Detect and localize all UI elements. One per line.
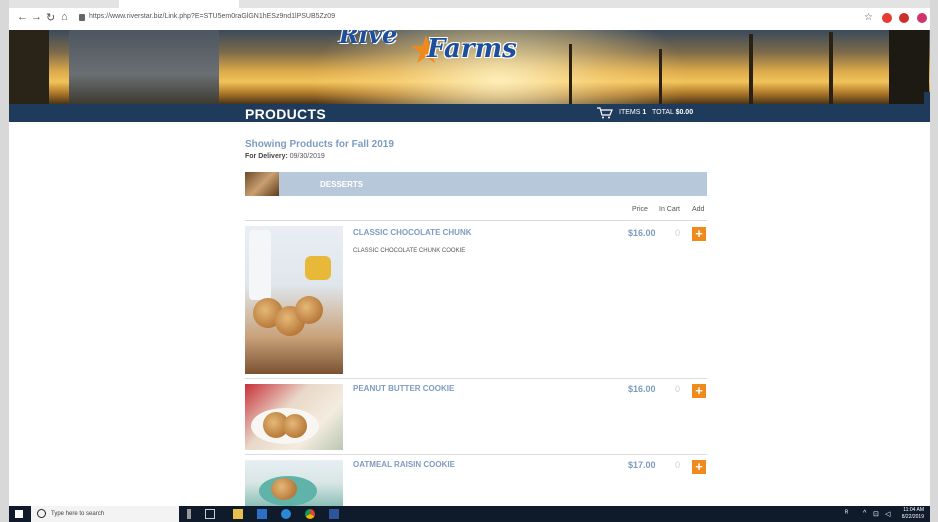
items-label: ITEMS <box>619 109 641 116</box>
add-to-cart-button[interactable]: + <box>692 227 706 241</box>
bookmark-star-icon[interactable]: ☆ <box>864 12 873 23</box>
people-icon[interactable]: ᴿ <box>845 510 848 517</box>
page-title: PRODUCTS <box>245 106 326 122</box>
clock[interactable]: 11:04 AM 8/22/2019 <box>902 507 924 521</box>
delivery-date: 09/30/2019 <box>289 153 325 160</box>
category-thumbnail <box>245 172 279 196</box>
address-bar: ← → ↻ ⌂ https://www.riverstar.biz/Link.p… <box>9 8 930 31</box>
product-name[interactable]: OATMEAL RAISIN COOKIE <box>353 460 455 469</box>
header-edge <box>924 92 930 116</box>
clock-date: 8/22/2019 <box>901 514 924 520</box>
product-name[interactable]: CLASSIC CHOCOLATE CHUNK <box>353 228 472 237</box>
add-to-cart-button[interactable]: + <box>692 384 706 398</box>
microphone-icon[interactable] <box>187 509 191 519</box>
product-price: $16.00 <box>628 384 656 394</box>
farm-banner: Rive ★ Farms <box>9 30 930 104</box>
task-view-icon[interactable] <box>205 509 215 519</box>
product-image[interactable] <box>245 460 343 506</box>
tree-silhouette <box>889 30 929 104</box>
word-icon[interactable] <box>329 509 339 519</box>
tree-silhouette <box>749 34 753 104</box>
product-description: CLASSIC CHOCOLATE CHUNK COOKIE <box>353 248 466 254</box>
add-to-cart-button[interactable]: + <box>692 460 706 474</box>
category-header[interactable]: DESSERTS <box>245 172 707 196</box>
cart-summary[interactable]: ITEMS 1 TOTAL $0.00 <box>619 109 693 116</box>
back-arrow-icon[interactable]: ← <box>17 11 28 23</box>
cookie <box>271 478 297 500</box>
tray-chevron-icon[interactable]: ^ <box>863 510 866 517</box>
divider <box>245 220 707 221</box>
cookie <box>283 414 307 438</box>
cortana-icon <box>37 509 46 518</box>
extension-icon[interactable] <box>899 13 909 23</box>
total-value: $0.00 <box>675 109 694 116</box>
extension-icon[interactable] <box>882 13 892 23</box>
logo-text-top: Rive <box>339 30 398 49</box>
cookie <box>295 296 323 324</box>
lock-icon <box>79 14 85 21</box>
total-label: TOTAL <box>651 109 674 116</box>
logo-text[interactable]: Farms <box>427 34 517 64</box>
milk-bottle <box>249 230 271 300</box>
items-count: 1 <box>642 109 647 116</box>
category-label: DESSERTS <box>320 180 364 189</box>
network-icon[interactable]: ⊡ <box>873 510 879 518</box>
reload-icon[interactable]: ↻ <box>46 11 55 24</box>
product-name[interactable]: PEANUT BUTTER COOKIE <box>353 384 454 393</box>
volume-icon[interactable]: ◁ <box>885 510 890 518</box>
windows-start-icon[interactable] <box>15 510 23 518</box>
tree-silhouette <box>569 44 572 104</box>
delivery-label: For Delivery: <box>245 153 288 160</box>
profile-avatar-icon[interactable] <box>917 13 927 23</box>
product-price: $17.00 <box>628 460 656 470</box>
product-image[interactable] <box>245 384 343 450</box>
tree-silhouette <box>829 32 833 104</box>
product-price: $16.00 <box>628 228 656 238</box>
season-heading: Showing Products for Fall 2019 <box>245 139 394 150</box>
windows-taskbar: Type here to search ᴿ ^ ⊡ ◁ 11:04 AM 8/2… <box>9 506 930 522</box>
url-field[interactable]: https://www.riverstar.biz/Link.php?E=STU… <box>89 13 335 20</box>
tab-strip <box>9 0 930 8</box>
product-in-cart: 0 <box>675 460 681 470</box>
clock-time: 11:04 AM <box>903 507 924 513</box>
file-explorer-icon[interactable] <box>233 509 243 519</box>
outlook-icon[interactable] <box>257 509 267 519</box>
delivery-info: For Delivery: 09/30/2019 <box>245 153 325 160</box>
browser-window: ← → ↻ ⌂ https://www.riverstar.biz/Link.p… <box>9 0 930 522</box>
tree-silhouette <box>9 30 49 104</box>
tree-silhouette <box>659 49 662 104</box>
divider <box>245 454 707 455</box>
shopping-cart-icon[interactable] <box>597 107 613 119</box>
barn-image <box>69 30 219 104</box>
forward-arrow-icon[interactable]: → <box>31 11 42 23</box>
yellow-cow-figure <box>305 256 331 280</box>
product-image[interactable] <box>245 226 343 374</box>
products-header-bar: PRODUCTS ITEMS 1 TOTAL $0.00 <box>9 92 930 122</box>
product-in-cart: 0 <box>675 384 681 394</box>
taskbar-search[interactable]: Type here to search <box>31 506 179 522</box>
product-in-cart: 0 <box>675 228 681 238</box>
column-in-cart: In Cart <box>659 206 681 213</box>
active-tab[interactable] <box>119 0 239 8</box>
search-placeholder: Type here to search <box>51 511 105 517</box>
column-add: Add <box>692 206 705 213</box>
edge-browser-icon[interactable] <box>281 509 291 519</box>
home-icon[interactable]: ⌂ <box>61 11 68 23</box>
chrome-icon[interactable] <box>305 509 315 519</box>
column-price: Price <box>632 206 648 213</box>
divider <box>245 378 707 379</box>
